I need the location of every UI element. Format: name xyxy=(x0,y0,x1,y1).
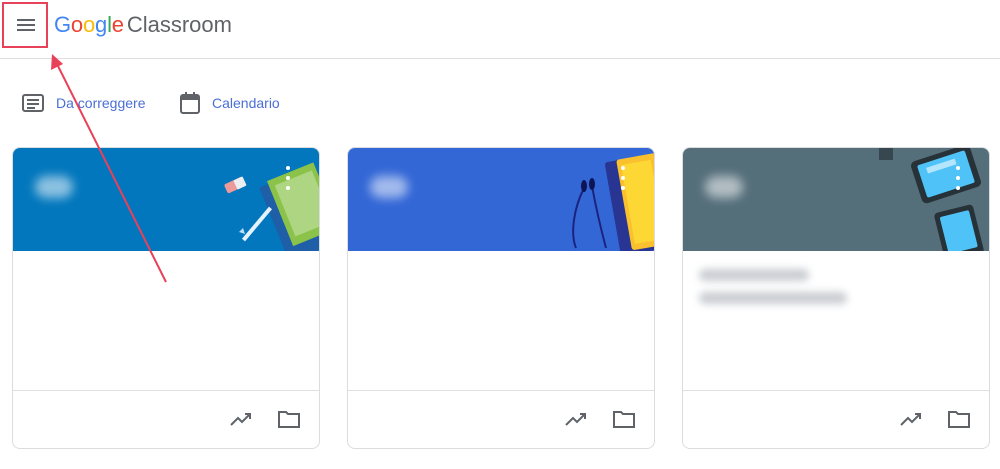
main-menu-button[interactable] xyxy=(4,3,48,47)
calendar-label: Calendario xyxy=(212,95,280,111)
class-card-footer xyxy=(13,390,319,448)
headphones-book-illustration xyxy=(572,153,654,251)
google-wordmark-letter: o xyxy=(82,12,96,37)
product-name: Classroom xyxy=(126,12,232,37)
more-options-icon[interactable] xyxy=(281,166,295,190)
class-card[interactable] xyxy=(12,147,320,449)
google-wordmark-letter: e xyxy=(111,12,124,37)
class-card-footer xyxy=(683,390,989,448)
class-card-banner[interactable] xyxy=(683,148,989,251)
trending-up-icon[interactable] xyxy=(562,405,590,433)
trending-up-icon[interactable] xyxy=(897,405,925,433)
class-name-blurred xyxy=(370,176,408,198)
tablet-devices-illustration xyxy=(879,148,984,251)
hamburger-menu-icon xyxy=(17,19,35,31)
folder-icon[interactable] xyxy=(275,405,303,433)
class-card[interactable] xyxy=(347,147,655,449)
class-name-blurred xyxy=(35,176,73,198)
app-header: Google Classroom xyxy=(0,0,1000,59)
google-classroom-logo[interactable]: Google Classroom xyxy=(54,12,232,42)
to-review-label: Da correggere xyxy=(56,95,146,111)
calendar-link[interactable]: Calendario xyxy=(180,91,280,115)
google-wordmark: Google xyxy=(54,12,124,38)
google-wordmark-letter: g xyxy=(95,12,108,37)
to-review-link[interactable]: Da correggere xyxy=(22,91,146,115)
class-description-blurred xyxy=(699,269,809,281)
class-card-banner[interactable] xyxy=(13,148,319,251)
google-wordmark-letter: G xyxy=(54,12,71,37)
calendar-icon xyxy=(180,92,200,114)
class-description-blurred xyxy=(699,292,847,304)
class-card[interactable] xyxy=(682,147,990,449)
more-options-icon[interactable] xyxy=(616,166,630,190)
more-options-icon[interactable] xyxy=(951,166,965,190)
class-card-footer xyxy=(348,390,654,448)
class-card-banner[interactable] xyxy=(348,148,654,251)
google-wordmark-letter: o xyxy=(70,12,83,37)
folder-icon[interactable] xyxy=(945,405,973,433)
folder-icon[interactable] xyxy=(610,405,638,433)
pencil-notebook-illustration xyxy=(224,162,319,251)
class-name-blurred xyxy=(705,176,743,198)
assignment-list-icon xyxy=(22,94,44,112)
trending-up-icon[interactable] xyxy=(227,405,255,433)
